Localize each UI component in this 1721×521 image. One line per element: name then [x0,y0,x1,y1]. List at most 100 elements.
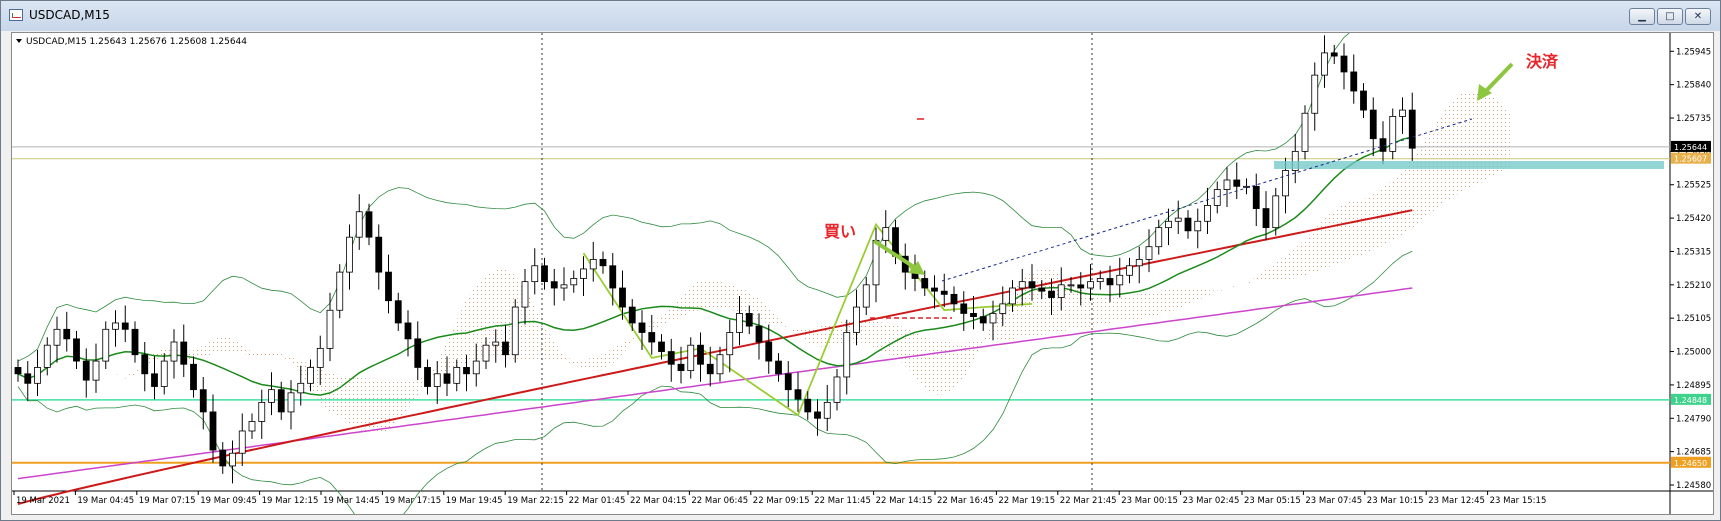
candle-body[interactable] [570,278,578,286]
candle-body[interactable] [424,367,431,387]
candle-body[interactable] [316,347,324,368]
candle-body[interactable] [121,322,129,330]
candle-body[interactable] [131,328,139,356]
chart-area[interactable]: 1.25945 1.25840 1.25735 1.25630 1.25525 1.254… [11,32,1714,515]
close-button[interactable]: ✕ [1685,8,1711,25]
candle-body[interactable] [160,360,168,387]
candle-body[interactable] [853,306,860,333]
candle-body[interactable] [823,401,831,419]
candle-body[interactable] [843,332,851,378]
candle-body[interactable] [492,341,500,346]
candle-body[interactable] [755,325,763,343]
candle-body[interactable] [658,341,665,352]
candle-body[interactable] [1009,287,1016,305]
candle-body[interactable] [1126,265,1133,276]
candle-body[interactable] [628,306,636,324]
candle-body[interactable] [931,287,938,292]
candle-body[interactable] [687,344,695,372]
candle-body[interactable] [151,373,158,387]
candle-body[interactable] [190,363,197,391]
candle-body[interactable] [716,354,724,375]
candle-body[interactable] [43,344,51,368]
candle-body[interactable] [209,411,217,451]
candle-body[interactable] [1282,170,1289,197]
candle-body[interactable] [1379,138,1387,152]
candle-body[interactable] [141,354,149,375]
candle-body[interactable] [609,265,617,289]
candle-body[interactable] [199,389,207,413]
candle-body[interactable] [365,211,373,238]
candle-body[interactable] [833,376,841,403]
candle-body[interactable] [14,367,22,375]
candle-body[interactable] [453,367,461,384]
candle-body[interactable] [326,309,334,349]
candle-body[interactable] [1408,109,1416,149]
candle-body[interactable] [1067,284,1075,287]
candle-body[interactable] [34,367,41,384]
candle-body[interactable] [433,373,441,387]
candle-body[interactable] [667,351,675,365]
candle-body[interactable] [385,271,392,302]
candle-body[interactable] [1399,109,1406,117]
candle-body[interactable] [872,239,880,286]
candle-body[interactable] [307,367,314,384]
candle-body[interactable] [1048,290,1055,298]
candle-body[interactable] [775,360,782,375]
candle-body[interactable] [726,332,734,356]
candle-body[interactable] [346,236,353,273]
candle-body[interactable] [1369,109,1377,140]
candle-body[interactable] [1057,284,1065,298]
candle-body[interactable] [921,278,929,289]
candle-body[interactable] [1252,185,1260,209]
candle-body[interactable] [1330,52,1338,57]
candle-body[interactable] [550,281,558,289]
candle-body[interactable] [102,328,110,362]
candle-body[interactable] [502,341,509,356]
candle-body[interactable] [784,373,792,391]
candle-body[interactable] [219,449,227,467]
candle-body[interactable] [960,303,968,314]
candle-body[interactable] [599,259,607,267]
candle-body[interactable] [1028,281,1036,289]
candle-body[interactable] [1038,287,1046,292]
candle-body[interactable] [765,341,773,362]
candle-body[interactable] [248,421,256,432]
candle-body[interactable] [1272,195,1280,229]
candle-body[interactable] [677,363,685,372]
candle-body[interactable] [1262,208,1270,229]
candle-body[interactable] [697,344,704,365]
candle-body[interactable] [287,392,295,413]
candle-body[interactable] [1184,217,1192,232]
candle-body[interactable] [1116,274,1124,286]
candle-body[interactable] [404,322,412,340]
candle-body[interactable] [24,373,32,384]
candle-body[interactable] [531,265,539,283]
candle-body[interactable] [1018,281,1026,289]
candle-body[interactable] [706,363,714,375]
candle-body[interactable] [92,360,100,381]
candle-body[interactable] [1311,74,1319,114]
candle-body[interactable] [73,338,80,362]
candle-body[interactable] [1145,246,1153,260]
candle-body[interactable] [238,430,246,454]
candle-body[interactable] [336,271,344,311]
candle-body[interactable] [394,300,402,324]
candle-body[interactable] [1213,189,1221,206]
candle-body[interactable] [258,401,266,422]
minimize-button[interactable]: ▁ [1629,8,1655,25]
candle-body[interactable] [882,227,890,241]
candle-body[interactable] [355,211,363,238]
candle-body[interactable] [297,382,305,394]
candle-body[interactable] [1204,204,1211,222]
candle-body[interactable] [745,313,753,327]
candle-body[interactable] [1223,179,1231,190]
candle-body[interactable] [580,268,587,279]
candle-body[interactable] [511,306,519,356]
candle-body[interactable] [1321,52,1328,76]
candle-body[interactable] [268,389,275,403]
candle-body[interactable] [1096,278,1104,283]
candle-body[interactable] [999,303,1007,314]
candle-body[interactable] [63,328,71,340]
candle-body[interactable] [1106,278,1114,286]
candle-body[interactable] [443,373,451,384]
